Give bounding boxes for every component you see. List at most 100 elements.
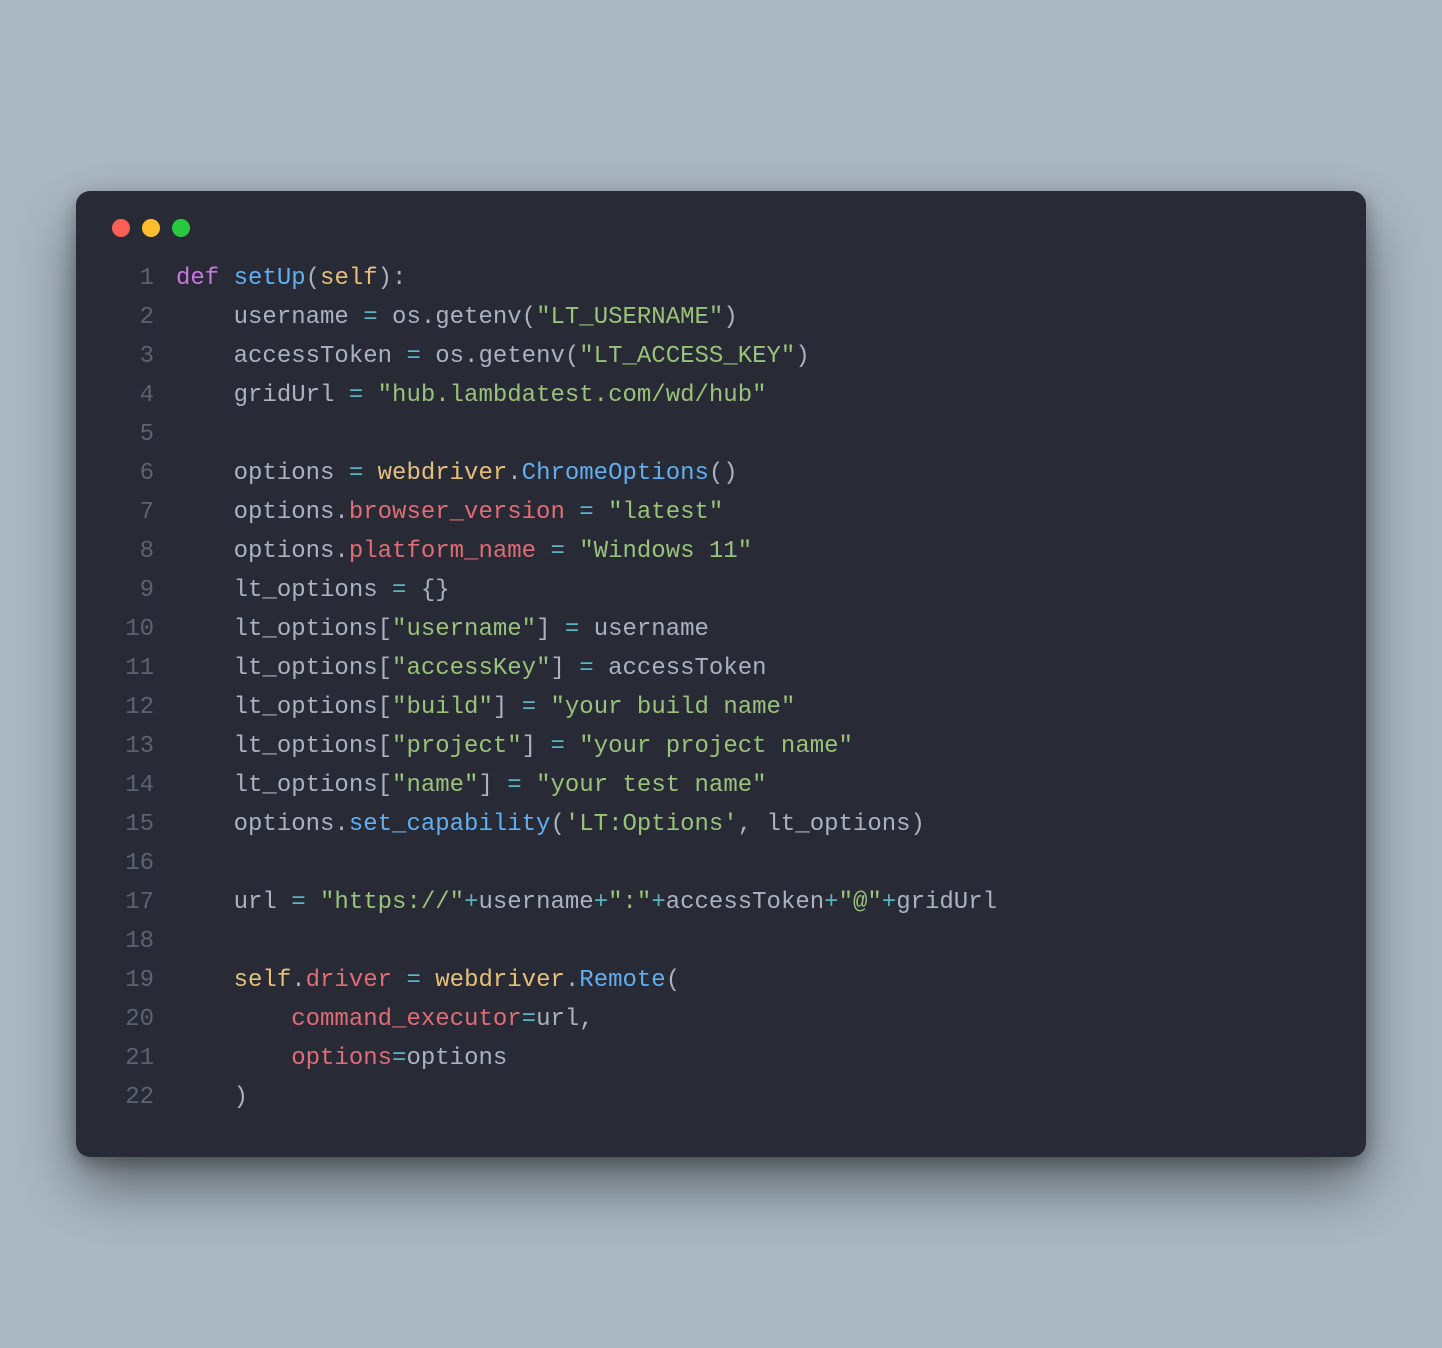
token-fn: Remote	[579, 967, 665, 994]
line-number: 2	[108, 298, 176, 337]
line-number: 12	[108, 688, 176, 727]
token-id	[522, 772, 536, 799]
code-content: options.set_capability('LT:Options', lt_…	[176, 805, 1334, 844]
token-id: )	[176, 1084, 248, 1111]
token-op: =	[565, 616, 579, 643]
code-window: 1def setUp(self):2 username = os.getenv(…	[76, 191, 1366, 1157]
token-id	[565, 733, 579, 760]
code-line: 16	[108, 844, 1334, 883]
window-zoom-icon[interactable]	[172, 219, 190, 237]
code-content: options.browser_version = "latest"	[176, 493, 1334, 532]
token-op: =	[349, 460, 363, 487]
token-id: ]	[478, 772, 507, 799]
token-id: lt_options[	[176, 772, 392, 799]
token-str: "latest"	[608, 499, 723, 526]
code-line: 3 accessToken = os.getenv("LT_ACCESS_KEY…	[108, 337, 1334, 376]
code-content: )	[176, 1078, 1334, 1117]
token-op: =	[392, 1045, 406, 1072]
token-fn: set_capability	[349, 811, 551, 838]
token-str: "build"	[392, 694, 493, 721]
token-op: +	[464, 889, 478, 916]
traffic-lights	[112, 219, 1334, 237]
code-content: gridUrl = "hub.lambdatest.com/wd/hub"	[176, 376, 1334, 415]
line-number: 21	[108, 1039, 176, 1078]
token-id	[536, 694, 550, 721]
line-number: 19	[108, 961, 176, 1000]
line-number: 4	[108, 376, 176, 415]
token-id	[176, 967, 234, 994]
token-id: url,	[536, 1006, 594, 1033]
token-id: ):	[378, 265, 407, 292]
token-id: options.	[176, 499, 349, 526]
code-content: command_executor=url,	[176, 1000, 1334, 1039]
token-id: username	[579, 616, 709, 643]
token-id: ]	[550, 655, 579, 682]
token-id	[363, 460, 377, 487]
token-id	[176, 1045, 291, 1072]
token-op: =	[349, 382, 363, 409]
token-op: =	[522, 694, 536, 721]
code-line: 1def setUp(self):	[108, 259, 1334, 298]
code-content: url = "https://"+username+":"+accessToke…	[176, 883, 1334, 922]
code-content: lt_options["username"] = username	[176, 610, 1334, 649]
token-id: os.getenv(	[378, 304, 536, 331]
code-line: 15 options.set_capability('LT:Options', …	[108, 805, 1334, 844]
line-number: 13	[108, 727, 176, 766]
token-id	[421, 967, 435, 994]
token-op: +	[882, 889, 896, 916]
stage: 1def setUp(self):2 username = os.getenv(…	[0, 0, 1442, 1348]
token-cls: webdriver	[435, 967, 565, 994]
token-id: options	[176, 460, 349, 487]
token-str: "Windows 11"	[579, 538, 752, 565]
token-str: "@"	[839, 889, 882, 916]
token-op: =	[363, 304, 377, 331]
token-nm: platform_name	[349, 538, 536, 565]
token-id: username	[478, 889, 593, 916]
token-nm: options	[291, 1045, 392, 1072]
token-sf: self	[234, 967, 292, 994]
token-id	[536, 538, 550, 565]
token-id: accessToken	[666, 889, 824, 916]
code-line: 8 options.platform_name = "Windows 11"	[108, 532, 1334, 571]
code-line: 4 gridUrl = "hub.lambdatest.com/wd/hub"	[108, 376, 1334, 415]
code-content: username = os.getenv("LT_USERNAME")	[176, 298, 1334, 337]
token-id: .	[507, 460, 521, 487]
code-line: 17 url = "https://"+username+":"+accessT…	[108, 883, 1334, 922]
token-id: lt_options[	[176, 694, 392, 721]
token-id: ()	[709, 460, 738, 487]
code-line: 14 lt_options["name"] = "your test name"	[108, 766, 1334, 805]
token-id: gridUrl	[896, 889, 997, 916]
code-content	[176, 844, 1334, 883]
line-number: 16	[108, 844, 176, 883]
code-area: 1def setUp(self):2 username = os.getenv(…	[108, 259, 1334, 1117]
line-number: 1	[108, 259, 176, 298]
token-sf: self	[320, 265, 378, 292]
token-id: gridUrl	[176, 382, 349, 409]
token-str: 'LT:Options'	[565, 811, 738, 838]
line-number: 6	[108, 454, 176, 493]
token-op: +	[594, 889, 608, 916]
line-number: 8	[108, 532, 176, 571]
code-line: 12 lt_options["build"] = "your build nam…	[108, 688, 1334, 727]
line-number: 14	[108, 766, 176, 805]
window-close-icon[interactable]	[112, 219, 130, 237]
code-line: 9 lt_options = {}	[108, 571, 1334, 610]
token-op: =	[392, 577, 406, 604]
token-id: .	[291, 967, 305, 994]
token-str: "project"	[392, 733, 522, 760]
token-id: url	[176, 889, 291, 916]
code-line: 11 lt_options["accessKey"] = accessToken	[108, 649, 1334, 688]
token-str: "LT_ACCESS_KEY"	[579, 343, 795, 370]
token-op: =	[291, 889, 305, 916]
token-nm: command_executor	[291, 1006, 521, 1033]
code-content	[176, 922, 1334, 961]
token-id: ]	[493, 694, 522, 721]
line-number: 10	[108, 610, 176, 649]
token-str: "username"	[392, 616, 536, 643]
token-id	[392, 967, 406, 994]
code-content: lt_options["project"] = "your project na…	[176, 727, 1334, 766]
token-id: os.getenv(	[421, 343, 579, 370]
line-number: 15	[108, 805, 176, 844]
token-id: accessToken	[176, 343, 406, 370]
window-minimize-icon[interactable]	[142, 219, 160, 237]
